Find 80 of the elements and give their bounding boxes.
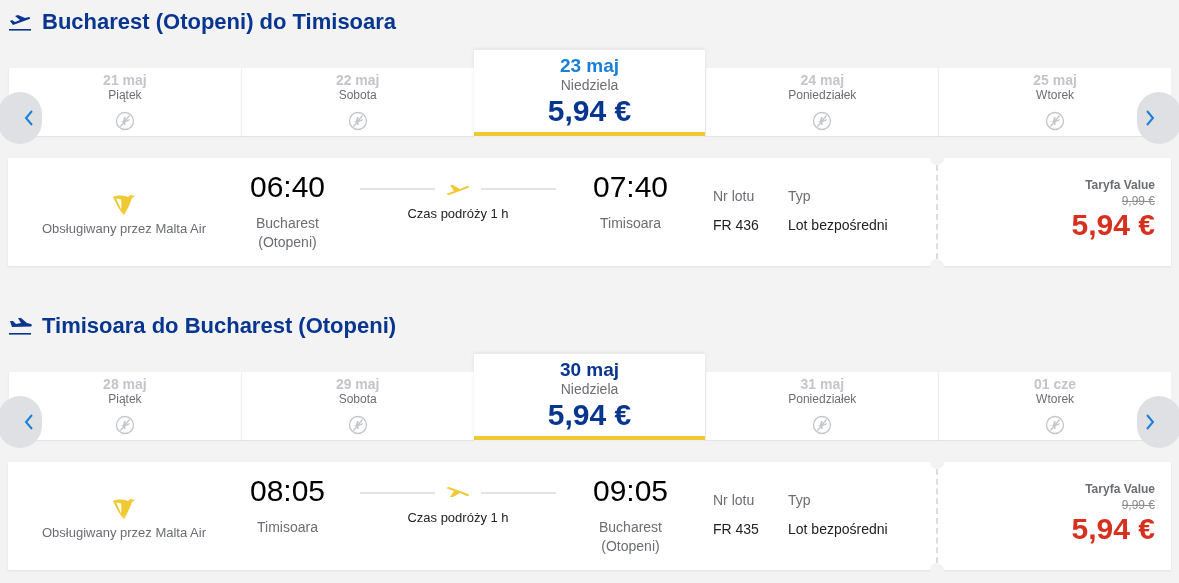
weekday-text: Niedziela: [560, 76, 619, 94]
next-dates-button[interactable]: [1137, 92, 1179, 144]
date-tab[interactable]: 22 maj Sobota: [240, 68, 474, 136]
no-flight-icon: [114, 110, 135, 131]
date-tab[interactable]: 25 maj Wtorek: [938, 68, 1171, 136]
date-tab[interactable]: 28 maj Piątek: [8, 372, 241, 440]
flight-type: Lot bezpośredni: [788, 521, 888, 537]
operator-text: Obsługiwany przez Malta Air: [42, 525, 206, 540]
arrival-city: Timisoara: [599, 214, 662, 233]
duration-text: Czas podróży 1 h: [407, 206, 509, 221]
date-text: 21 maj: [103, 73, 147, 89]
chevron-left-icon: [24, 413, 34, 431]
plane-icon: [445, 182, 471, 196]
arrival-time: 07:40: [592, 170, 669, 204]
flight-number-label: Nr lotu: [713, 492, 755, 508]
weekday-text: Sobota: [338, 392, 377, 407]
operator-text: Obsługiwany przez Malta Air: [42, 221, 206, 236]
no-flight-icon: [1045, 414, 1066, 435]
date-tab[interactable]: 21 maj Piątek: [8, 68, 241, 136]
fare-label: Taryfa Value: [1085, 178, 1155, 192]
date-text: 22 maj: [335, 73, 380, 89]
flight-type: Lot bezpośredni: [788, 217, 888, 233]
weekday-text: Poniedziałek: [788, 88, 857, 103]
flight-number: FR 435: [713, 521, 759, 537]
no-flight-icon: [114, 414, 135, 435]
duration-text: Czas podróży 1 h: [407, 510, 509, 525]
route-title: Bucharest (Otopeni) do Timisoara: [42, 9, 397, 35]
date-tab[interactable]: 23 maj Niedziela 5,94 €: [473, 50, 706, 136]
flight-number: FR 436: [713, 217, 759, 233]
type-label: Typ: [788, 492, 811, 508]
no-flight-icon: [347, 414, 368, 435]
route-title: Timisoara do Bucharest (Otopeni): [42, 313, 397, 339]
date-tab[interactable]: 31 maj Poniedziałek: [705, 372, 939, 440]
date-text: 24 maj: [800, 73, 845, 89]
departure-time: 06:40: [249, 170, 326, 204]
date-text: 29 maj: [335, 377, 380, 393]
date-text: 30 maj: [559, 360, 620, 381]
fare-label: Taryfa Value: [1085, 482, 1155, 496]
chevron-right-icon: [1145, 413, 1155, 431]
flight-price: 5,94 €: [1071, 512, 1155, 545]
landing-plane-icon: [8, 316, 32, 336]
date-text: 01 cze: [1034, 377, 1077, 393]
departure-time: 08:05: [249, 474, 326, 508]
departure-city: Bucharest (Otopeni): [254, 214, 320, 252]
day-price: 5,94 €: [547, 397, 632, 431]
arrival-time: 09:05: [592, 474, 669, 508]
arrival-city: Bucharest (Otopeni): [597, 518, 663, 556]
plane-icon: [445, 486, 471, 500]
date-text: 23 maj: [559, 56, 620, 77]
old-price: 9,99 €: [1121, 194, 1155, 208]
no-flight-icon: [812, 110, 833, 131]
date-text: 31 maj: [800, 377, 845, 393]
departure-city: Timisoara: [256, 518, 319, 537]
type-label: Typ: [788, 188, 811, 204]
chevron-left-icon: [24, 109, 34, 127]
takeoff-plane-icon: [8, 12, 32, 32]
weekday-text: Wtorek: [1036, 88, 1075, 103]
date-text: 25 maj: [1033, 73, 1077, 89]
flight-number-label: Nr lotu: [713, 188, 755, 204]
weekday-text: Sobota: [338, 88, 377, 103]
date-tab[interactable]: 24 maj Poniedziałek: [705, 68, 939, 136]
chevron-right-icon: [1145, 109, 1155, 127]
weekday-text: Piątek: [108, 88, 142, 103]
date-tab[interactable]: 29 maj Sobota: [240, 372, 474, 440]
flight-price: 5,94 €: [1071, 208, 1155, 241]
previous-dates-button[interactable]: [0, 396, 42, 448]
old-price: 9,99 €: [1121, 498, 1155, 512]
date-tab[interactable]: 01 cze Wtorek: [938, 372, 1171, 440]
weekday-text: Piątek: [108, 392, 142, 407]
weekday-text: Wtorek: [1036, 392, 1075, 407]
previous-dates-button[interactable]: [0, 92, 42, 144]
date-text: 28 maj: [103, 377, 147, 393]
day-price: 5,94 €: [547, 93, 632, 127]
next-dates-button[interactable]: [1137, 396, 1179, 448]
date-tab[interactable]: 30 maj Niedziela 5,94 €: [473, 354, 706, 440]
no-flight-icon: [812, 414, 833, 435]
weekday-text: Poniedziałek: [788, 392, 857, 407]
weekday-text: Niedziela: [560, 380, 619, 398]
no-flight-icon: [347, 110, 368, 131]
no-flight-icon: [1045, 110, 1066, 131]
